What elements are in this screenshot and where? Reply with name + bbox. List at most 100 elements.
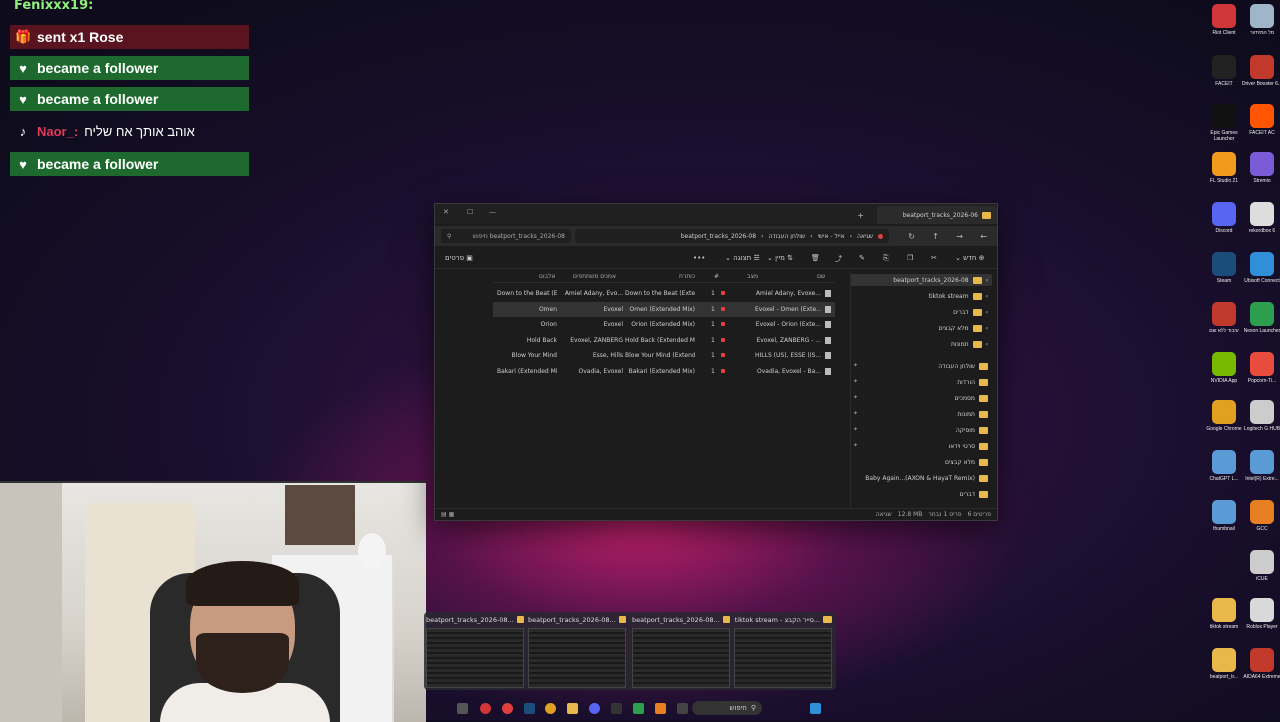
desktop-shortcut[interactable]: GCC — [1240, 500, 1280, 532]
sort-button[interactable]: ⌄ מיין ⇅ — [767, 254, 793, 262]
desktop-shortcut[interactable]: Nexon Launcher — [1240, 302, 1280, 334]
nav-item[interactable]: סרטי וידאו — [949, 440, 988, 452]
window-preview[interactable]: beatport_tracks_2026-08... — [528, 616, 626, 688]
column-name[interactable]: שם — [817, 273, 825, 280]
nav-item[interactable]: תמונות — [957, 408, 988, 420]
pin-icon[interactable]: ✦ — [853, 410, 858, 417]
window-preview[interactable]: beatport_tracks_2026-08... — [632, 616, 730, 688]
desktop-shortcut[interactable]: סל המיחזור — [1240, 4, 1280, 36]
search-box[interactable]: חיפוש beatport_tracks_2026-08 ⚲ — [441, 229, 571, 243]
desktop-shortcut[interactable]: Driver Booster 6... — [1240, 55, 1280, 87]
title-bar[interactable]: ✕ ☐ — + ✕ beatport_tracks_2026-06 — [435, 204, 997, 224]
rename-icon[interactable]: ✎ — [859, 254, 865, 262]
table-row[interactable]: Bakari (Extended Mix) Ovadia, Evoxel Bakar… — [493, 364, 835, 379]
pin-icon[interactable]: ✦ — [853, 394, 858, 401]
nav-item[interactable]: דברים ‹ — [953, 306, 988, 318]
desktop-shortcut[interactable]: Intel(R) Extre... — [1240, 450, 1280, 482]
task-view-icon[interactable] — [457, 703, 468, 714]
column-album[interactable]: אלבום — [539, 273, 556, 280]
nav-item[interactable]: tiktok stream ‹ — [929, 290, 988, 302]
delete-icon[interactable]: 🗑 — [811, 254, 820, 262]
nav-item[interactable]: שולחן העבודה — [938, 360, 988, 372]
chevron-icon[interactable]: ‹ — [986, 277, 988, 284]
minimize-icon[interactable]: — — [489, 208, 496, 216]
maximize-icon[interactable]: ☐ — [467, 208, 473, 216]
office-icon[interactable] — [655, 703, 666, 714]
new-tab-icon[interactable]: + — [857, 211, 864, 220]
column-title[interactable]: כותרת — [679, 273, 695, 280]
nav-item[interactable]: דברים — [960, 488, 988, 500]
steam-icon[interactable] — [524, 703, 535, 714]
desktop-shortcut[interactable]: iCUE — [1240, 550, 1280, 582]
xbox-icon[interactable] — [633, 703, 644, 714]
discord-icon[interactable] — [589, 703, 600, 714]
desktop-shortcut[interactable]: Roblox Player — [1240, 598, 1280, 630]
pin-app-icon[interactable] — [480, 703, 491, 714]
table-row[interactable]: Down to the Beat (Ext... Amiel Adany, Evo… — [493, 286, 835, 301]
desktop-shortcut[interactable]: FACEIT AC — [1240, 104, 1280, 136]
desktop-shortcut[interactable]: rekordbox 6 — [1240, 202, 1280, 234]
error-icon — [878, 233, 883, 239]
new-button[interactable]: ⌄ חדש ⊕ — [955, 254, 985, 262]
nav-item[interactable]: beatport_tracks_2026-08 ‹ — [851, 274, 992, 286]
pin-icon[interactable]: ✦ — [853, 378, 858, 385]
chevron-icon[interactable]: ‹ — [986, 293, 988, 300]
file-explorer-icon[interactable] — [567, 703, 578, 714]
riot-client-icon[interactable] — [502, 703, 513, 714]
up-arrow-icon[interactable]: ↑ — [932, 232, 939, 241]
copy-icon[interactable]: ❐ — [907, 254, 913, 262]
table-row[interactable]: Orion Evoxel Orion (Extended Mix) 1 Evoxel -… — [493, 317, 835, 332]
file-explorer-window[interactable]: ✕ ☐ — + ✕ beatport_tracks_2026-06 חיפוש … — [434, 203, 998, 521]
cell-album: Omen — [538, 305, 557, 313]
view-toggle-icon[interactable]: ▤ ▦ — [441, 511, 454, 518]
window-preview[interactable]: beatport_tracks_2026-08... — [426, 616, 524, 688]
breadcrumb-item[interactable]: שולחן העבודה — [768, 233, 805, 240]
nav-item[interactable]: מלא קבצים — [945, 456, 988, 468]
tab-active[interactable]: beatport_tracks_2026-06 — [877, 206, 997, 224]
breadcrumb-item[interactable]: beatport_tracks_2026-08 — [681, 233, 756, 240]
share-icon[interactable]: ⤴ — [835, 254, 842, 264]
refresh-icon[interactable]: ↻ — [908, 232, 915, 241]
chevron-icon[interactable]: ‹ — [986, 341, 988, 348]
desktop-shortcut[interactable]: Logitech G HUB — [1240, 400, 1280, 432]
breadcrumb-item[interactable]: אייל - אישי — [818, 233, 845, 240]
desktop-shortcut[interactable]: Popcorn-Ti... — [1240, 352, 1280, 384]
pin-icon[interactable]: ✦ — [853, 442, 858, 449]
app-icon[interactable] — [677, 703, 688, 714]
breadcrumb-item[interactable]: שגיאה — [857, 233, 873, 240]
chrome-icon[interactable] — [545, 703, 556, 714]
close-window-icon[interactable]: ✕ — [443, 208, 449, 216]
column-number[interactable]: # — [714, 273, 719, 280]
view-button[interactable]: ⌄ תצוגה ☰ — [725, 254, 760, 262]
column-status[interactable]: מצב — [747, 273, 758, 280]
nav-item[interactable]: מוסיקה — [956, 424, 988, 436]
taskbar-search[interactable]: חיפוש ⚲ — [692, 701, 762, 715]
desktop-shortcut[interactable]: Stremio — [1240, 152, 1280, 184]
nav-item[interactable]: הורדות — [957, 376, 988, 388]
paste-icon[interactable]: ⎘ — [883, 254, 889, 263]
back-arrow-icon[interactable]: ← — [980, 232, 987, 241]
app-icon[interactable] — [611, 703, 622, 714]
window-preview[interactable]: tiktok stream - סייר הקבצ... — [734, 616, 832, 688]
forward-arrow-icon[interactable]: → — [956, 232, 963, 241]
cut-icon[interactable]: ✂ — [931, 254, 937, 262]
nav-item[interactable]: מסמכים — [954, 392, 988, 404]
nav-item[interactable]: Baby Again...(AXON & HayaT Remix) — [865, 472, 988, 484]
start-icon[interactable] — [810, 703, 821, 714]
column-artists[interactable]: אמנים משתתפים — [573, 273, 616, 280]
nav-item[interactable]: תמונות ‹ — [951, 338, 988, 350]
table-row[interactable]: Omen Evoxel Omen (Extended Mix) 1 Evoxel - O… — [493, 301, 835, 317]
nav-item-label: דברים — [953, 308, 969, 316]
nav-item[interactable]: מלא קבצים ‹ — [939, 322, 988, 334]
desktop-shortcut[interactable]: Ubisoft Connect — [1240, 252, 1280, 284]
chevron-icon[interactable]: ‹ — [986, 309, 988, 316]
chevron-icon[interactable]: ‹ — [986, 325, 988, 332]
desktop-shortcut[interactable]: AIDA64 Extreme — [1240, 648, 1280, 680]
pin-icon[interactable]: ✦ — [853, 362, 858, 369]
address-breadcrumb[interactable]: beatport_tracks_2026-08 ‹ שולחן העבודה ‹… — [575, 229, 889, 243]
pin-icon[interactable]: ✦ — [853, 426, 858, 433]
table-row[interactable]: Hold Back Evoxel, ZANBERG Hold Back (Exten… — [493, 333, 835, 348]
more-button[interactable]: ••• — [693, 254, 705, 262]
details-pane-button[interactable]: פרטים ▣ — [445, 254, 473, 262]
table-row[interactable]: Blow Your Mind Esse, Hills Blow Your Mind … — [493, 348, 835, 363]
